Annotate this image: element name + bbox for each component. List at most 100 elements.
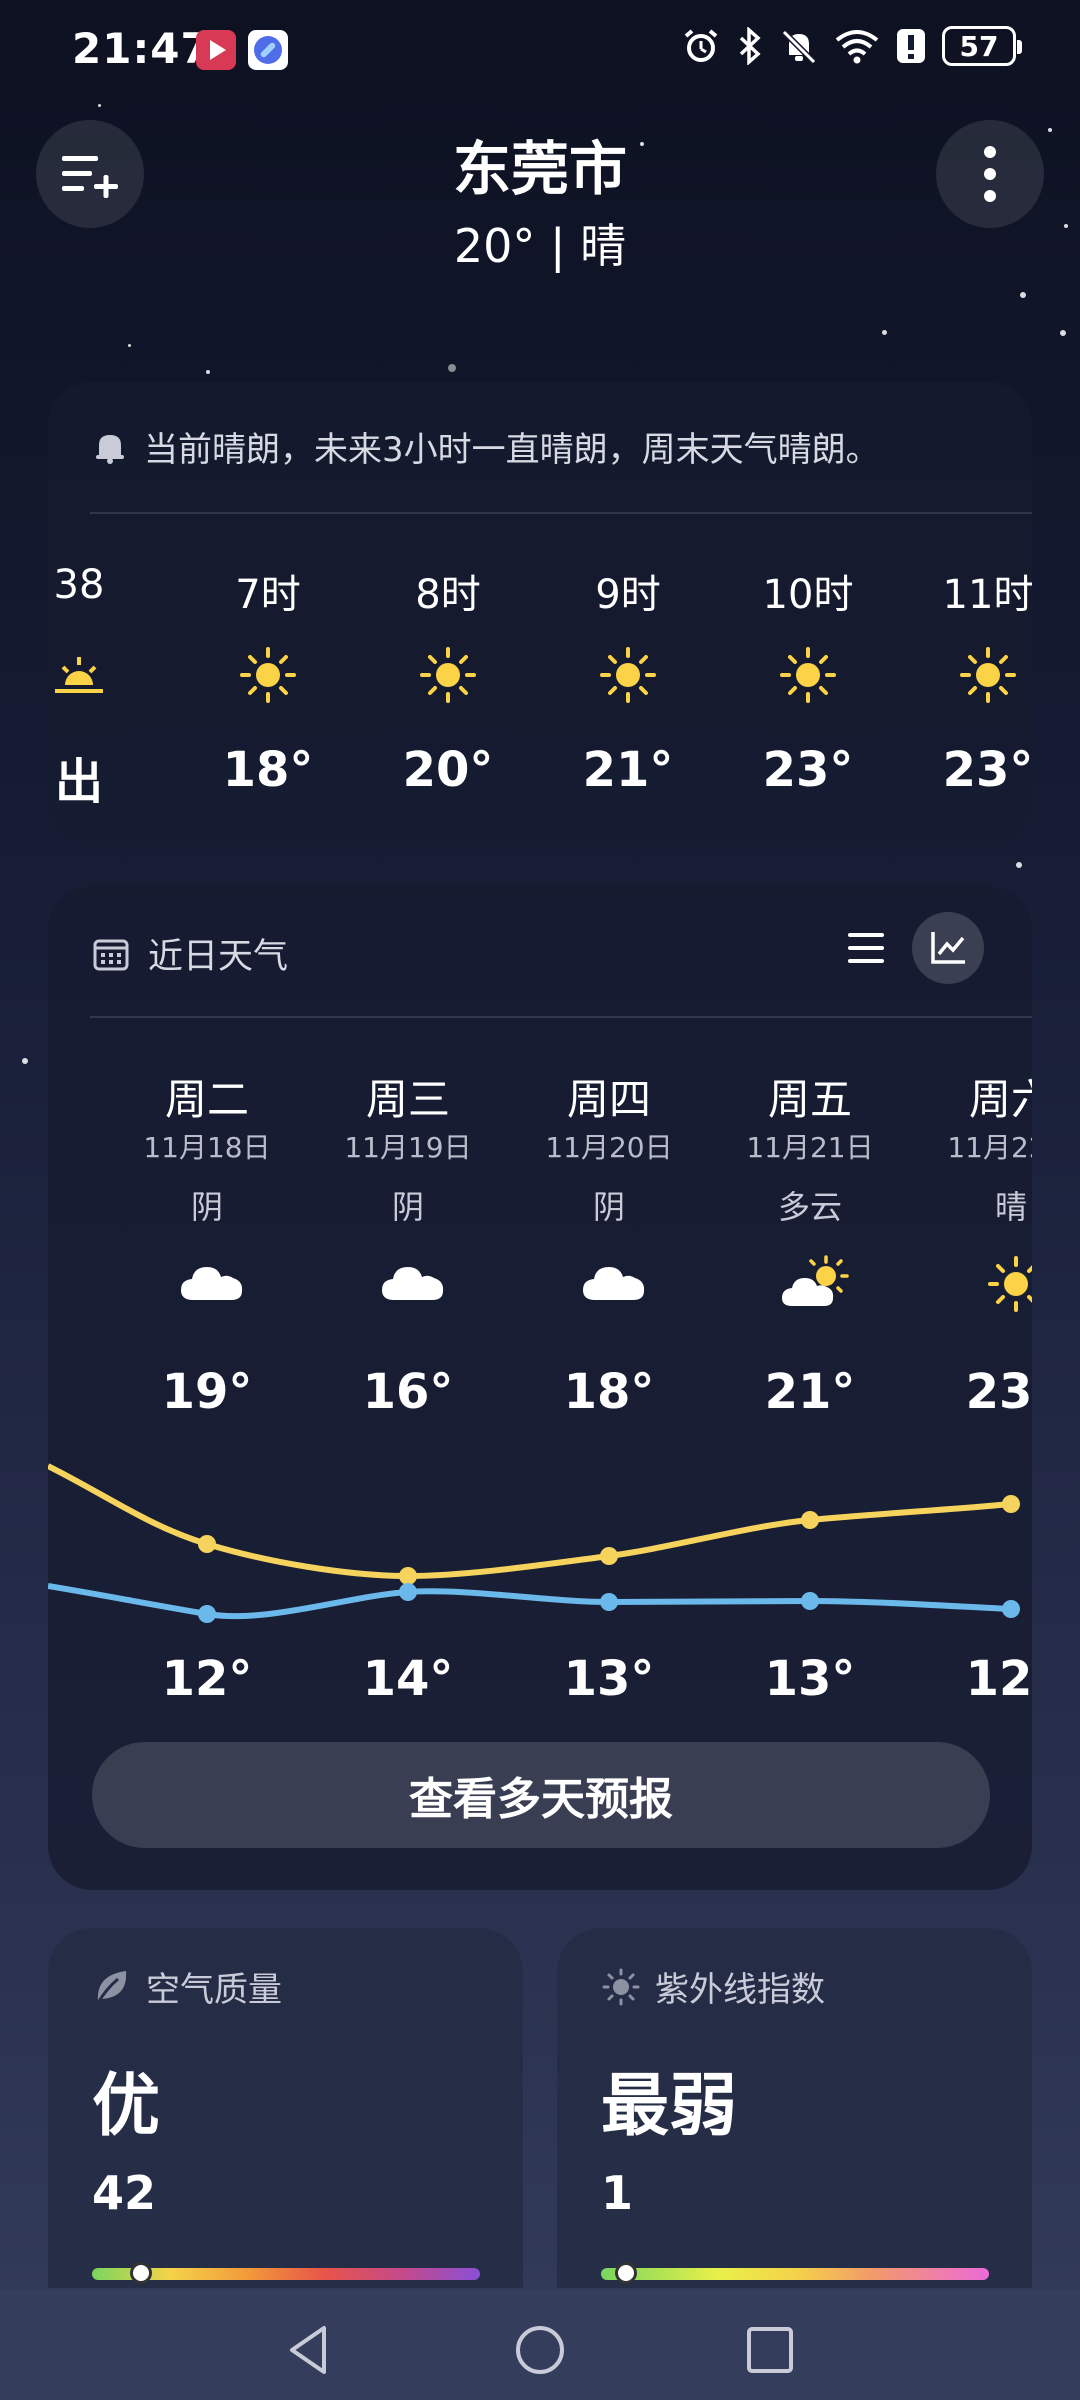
low-temp-point	[801, 1592, 819, 1610]
day-high-temp: 23°	[965, 1364, 1032, 1420]
day-condition: 阴	[190, 1188, 223, 1226]
temperature-trend-chart	[48, 1463, 1020, 1623]
day-name: 周五	[767, 1075, 852, 1124]
uv-index-title: 紫外线指数	[601, 1962, 825, 2011]
hour-temp: 20°	[402, 742, 494, 798]
sun-icon	[420, 647, 476, 703]
uv-index-level: 最弱	[601, 2067, 738, 2146]
uv-index-card[interactable]: 紫外线指数 最弱 1	[557, 1928, 1032, 2288]
status-time: 21:47	[72, 24, 211, 73]
uv-index-value: 1	[601, 2166, 634, 2220]
air-quality-title: 空气质量	[92, 1962, 282, 2011]
hour-time: 11时	[942, 572, 1032, 618]
hour-time: 7时	[235, 572, 301, 618]
hour-temp: 21°	[582, 742, 674, 798]
uv-index-indicator	[615, 2262, 637, 2284]
battery-level: 57	[959, 29, 999, 63]
sun-icon	[988, 1256, 1032, 1312]
low-temp-point	[1002, 1600, 1020, 1618]
daily-title-text: 近日天气	[148, 937, 289, 977]
hour-temp: 出	[54, 754, 103, 810]
day-date: 11月19日	[344, 1131, 472, 1164]
low-temp-point	[198, 1605, 216, 1623]
air-quality-indicator	[130, 2262, 152, 2284]
mute-icon	[781, 29, 817, 65]
high-temp-line	[48, 1463, 1012, 1580]
sunrise-icon	[55, 657, 103, 693]
day-low-temp: 14°	[362, 1651, 454, 1707]
battery-icon: 57	[942, 26, 1022, 66]
alarm-icon	[684, 29, 718, 62]
sun-icon	[960, 647, 1016, 703]
city-name: 东莞市	[452, 135, 627, 203]
multi-day-forecast-button[interactable]: 查看多天预报	[92, 1742, 990, 1848]
weather-alert: 当前晴朗，未来3小时一直晴朗，周末天气晴朗。	[92, 422, 880, 471]
alert-text: 当前晴朗，未来3小时一直晴朗，周末天气晴朗。	[144, 430, 880, 470]
day-high-temp: 16°	[362, 1364, 454, 1420]
low-temp-line	[48, 1583, 1012, 1620]
air-quality-label: 空气质量	[146, 1970, 282, 2010]
alert-icon	[897, 29, 925, 63]
day-name: 周二	[164, 1075, 249, 1124]
recents-icon[interactable]	[740, 2320, 800, 2380]
more-options-button[interactable]	[936, 120, 1044, 228]
day-high-temp: 21°	[764, 1364, 856, 1420]
day-date: 11月22日	[947, 1131, 1032, 1164]
low-temp-point	[399, 1583, 417, 1601]
cloud-icon	[583, 1267, 645, 1300]
sun-icon	[600, 647, 656, 703]
hourly-forecast-card[interactable]: 当前晴朗，未来3小时一直晴朗，周末天气晴朗。 38 出 7时 18° 8时 20…	[48, 382, 1032, 846]
divider	[90, 1016, 1032, 1018]
wifi-icon	[835, 30, 879, 64]
day-low-temp: 12°	[161, 1651, 253, 1707]
browser-app-icon	[248, 30, 288, 70]
hour-time: 38	[53, 562, 105, 608]
air-quality-card[interactable]: 空气质量 优 42	[48, 1928, 523, 2288]
low-temp-point	[600, 1593, 618, 1611]
high-temp-point	[600, 1547, 618, 1565]
high-temp-point	[1002, 1495, 1020, 1513]
calendar-icon	[93, 939, 129, 970]
back-icon[interactable]	[280, 2320, 340, 2380]
day-date: 11月20日	[545, 1131, 673, 1164]
high-temp-point	[399, 1567, 417, 1585]
day-low-temp: 13°	[764, 1651, 856, 1707]
hour-temp: 18°	[222, 742, 314, 798]
hour-temp: 23°	[762, 742, 854, 798]
home-icon[interactable]	[510, 2320, 570, 2380]
day-high-temp: 19°	[161, 1364, 253, 1420]
day-condition: 晴	[994, 1188, 1027, 1226]
bell-icon	[96, 434, 124, 464]
day-condition: 阴	[391, 1188, 424, 1226]
day-date: 11月18日	[143, 1131, 271, 1164]
high-temp-point	[801, 1511, 819, 1529]
partly-cloudy-icon	[782, 1255, 849, 1306]
hour-temp: 23°	[942, 742, 1032, 798]
high-temp-point	[198, 1535, 216, 1553]
current-weather: 20° | 晴	[453, 219, 627, 273]
day-condition: 阴	[592, 1188, 625, 1226]
day-high-temp: 18°	[563, 1364, 655, 1420]
day-name: 周四	[566, 1075, 651, 1124]
leaf-icon	[96, 1970, 127, 2004]
day-name: 周六	[968, 1075, 1032, 1124]
hour-time: 10时	[762, 572, 854, 618]
line-chart-icon	[931, 932, 965, 964]
hour-time: 8时	[415, 572, 481, 618]
hour-time: 9时	[595, 572, 661, 618]
sun-icon	[240, 647, 296, 703]
daily-title: 近日天气	[92, 928, 288, 979]
bluetooth-icon	[739, 27, 761, 65]
daily-forecast-card[interactable]: 近日天气 日 周二 11月18日 阴 19° 12° 周三 11月19日 阴 1…	[48, 886, 1032, 1890]
day-low-temp: 12°	[965, 1651, 1032, 1707]
day-name: 周三	[365, 1075, 450, 1124]
uv-index-label: 紫外线指数	[655, 1970, 825, 2010]
air-quality-value: 42	[92, 2166, 157, 2220]
divider	[90, 512, 1032, 514]
uv-sun-icon	[602, 1968, 640, 2005]
chart-view-button[interactable]	[912, 912, 984, 984]
cloud-icon	[382, 1267, 444, 1300]
cloud-icon	[181, 1267, 243, 1300]
status-bar: 21:47 57	[0, 0, 1080, 100]
list-view-button[interactable]	[832, 914, 900, 982]
